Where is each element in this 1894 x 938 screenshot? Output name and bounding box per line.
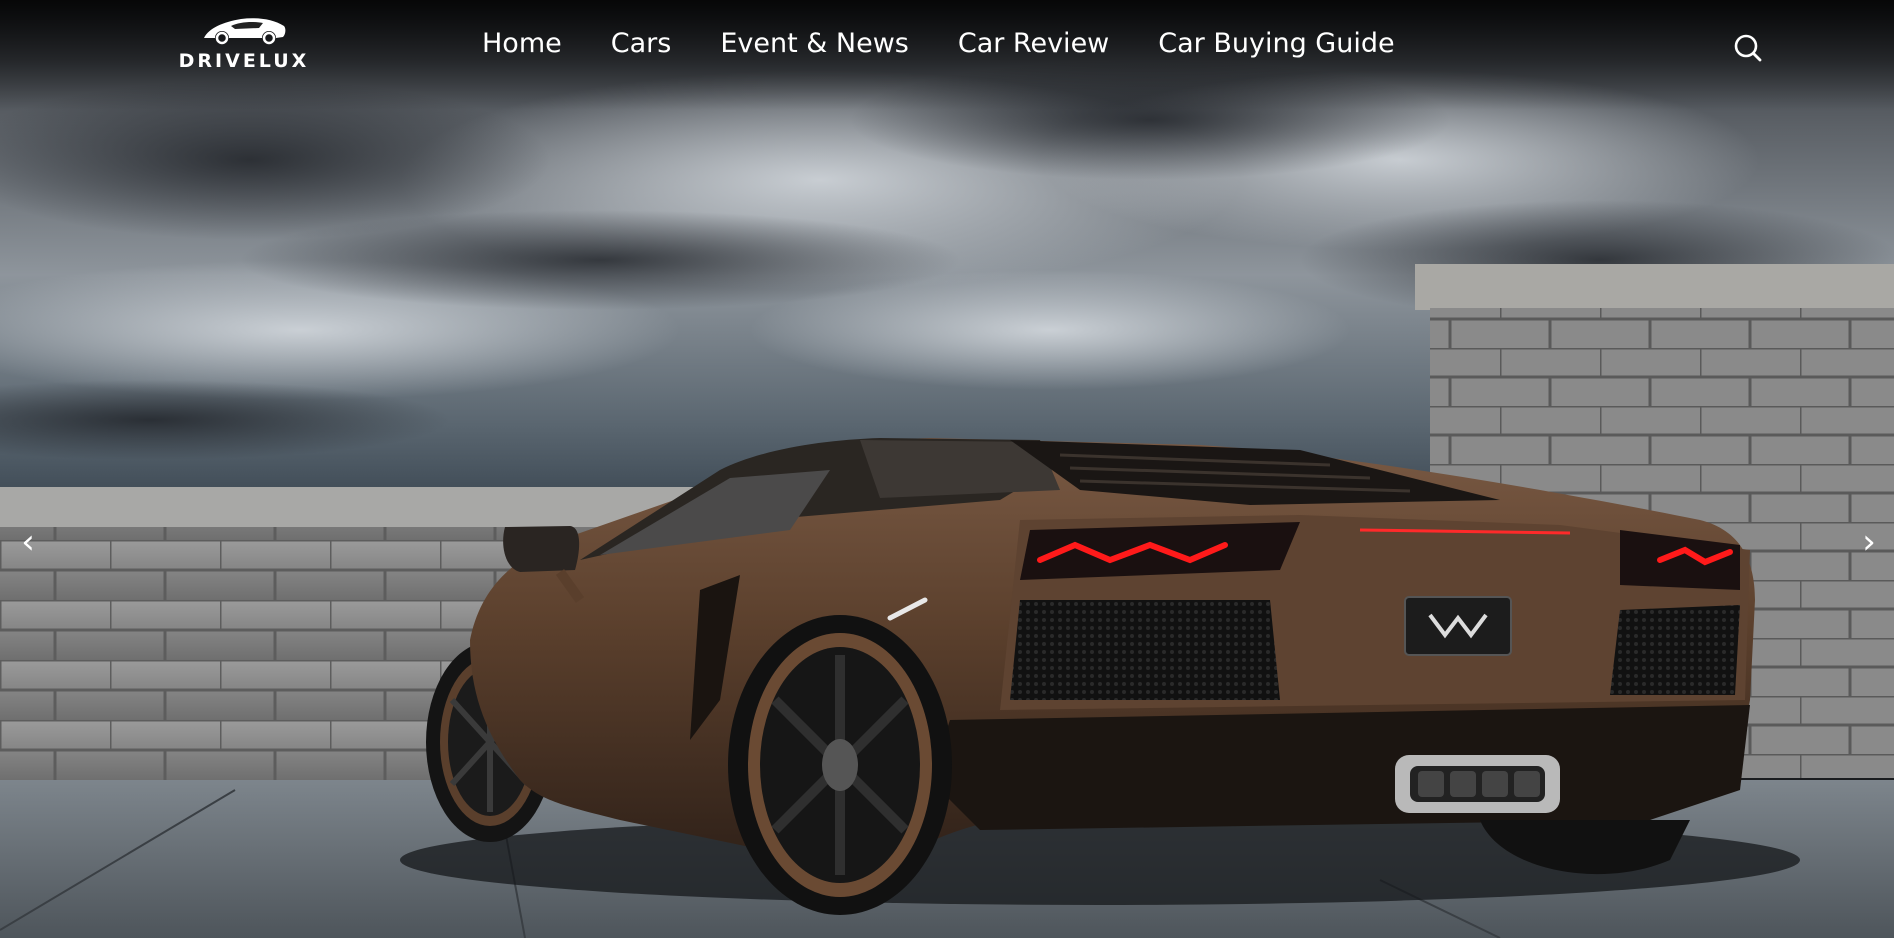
search-button[interactable] bbox=[1732, 32, 1764, 64]
slider-prev-button[interactable]: ‹ bbox=[13, 522, 43, 562]
slider-next-button[interactable]: › bbox=[1854, 522, 1884, 562]
main-nav: Home Cars Event & News Car Review Car Bu… bbox=[482, 28, 1395, 59]
hero-image bbox=[0, 0, 1894, 938]
search-icon bbox=[1734, 34, 1762, 62]
hero-slider: DRIVELUX Home Cars Event & News Car Revi… bbox=[0, 0, 1894, 938]
sports-car-logo-icon bbox=[204, 18, 286, 45]
nav-item-car-buying-guide[interactable]: Car Buying Guide bbox=[1158, 28, 1394, 59]
brand-logo[interactable]: DRIVELUX bbox=[176, 14, 312, 80]
nav-item-cars[interactable]: Cars bbox=[611, 28, 672, 59]
nav-item-home[interactable]: Home bbox=[482, 28, 562, 59]
nav-item-event-news[interactable]: Event & News bbox=[720, 28, 909, 59]
brand-name: DRIVELUX bbox=[178, 50, 310, 72]
nav-item-car-review[interactable]: Car Review bbox=[958, 28, 1109, 59]
